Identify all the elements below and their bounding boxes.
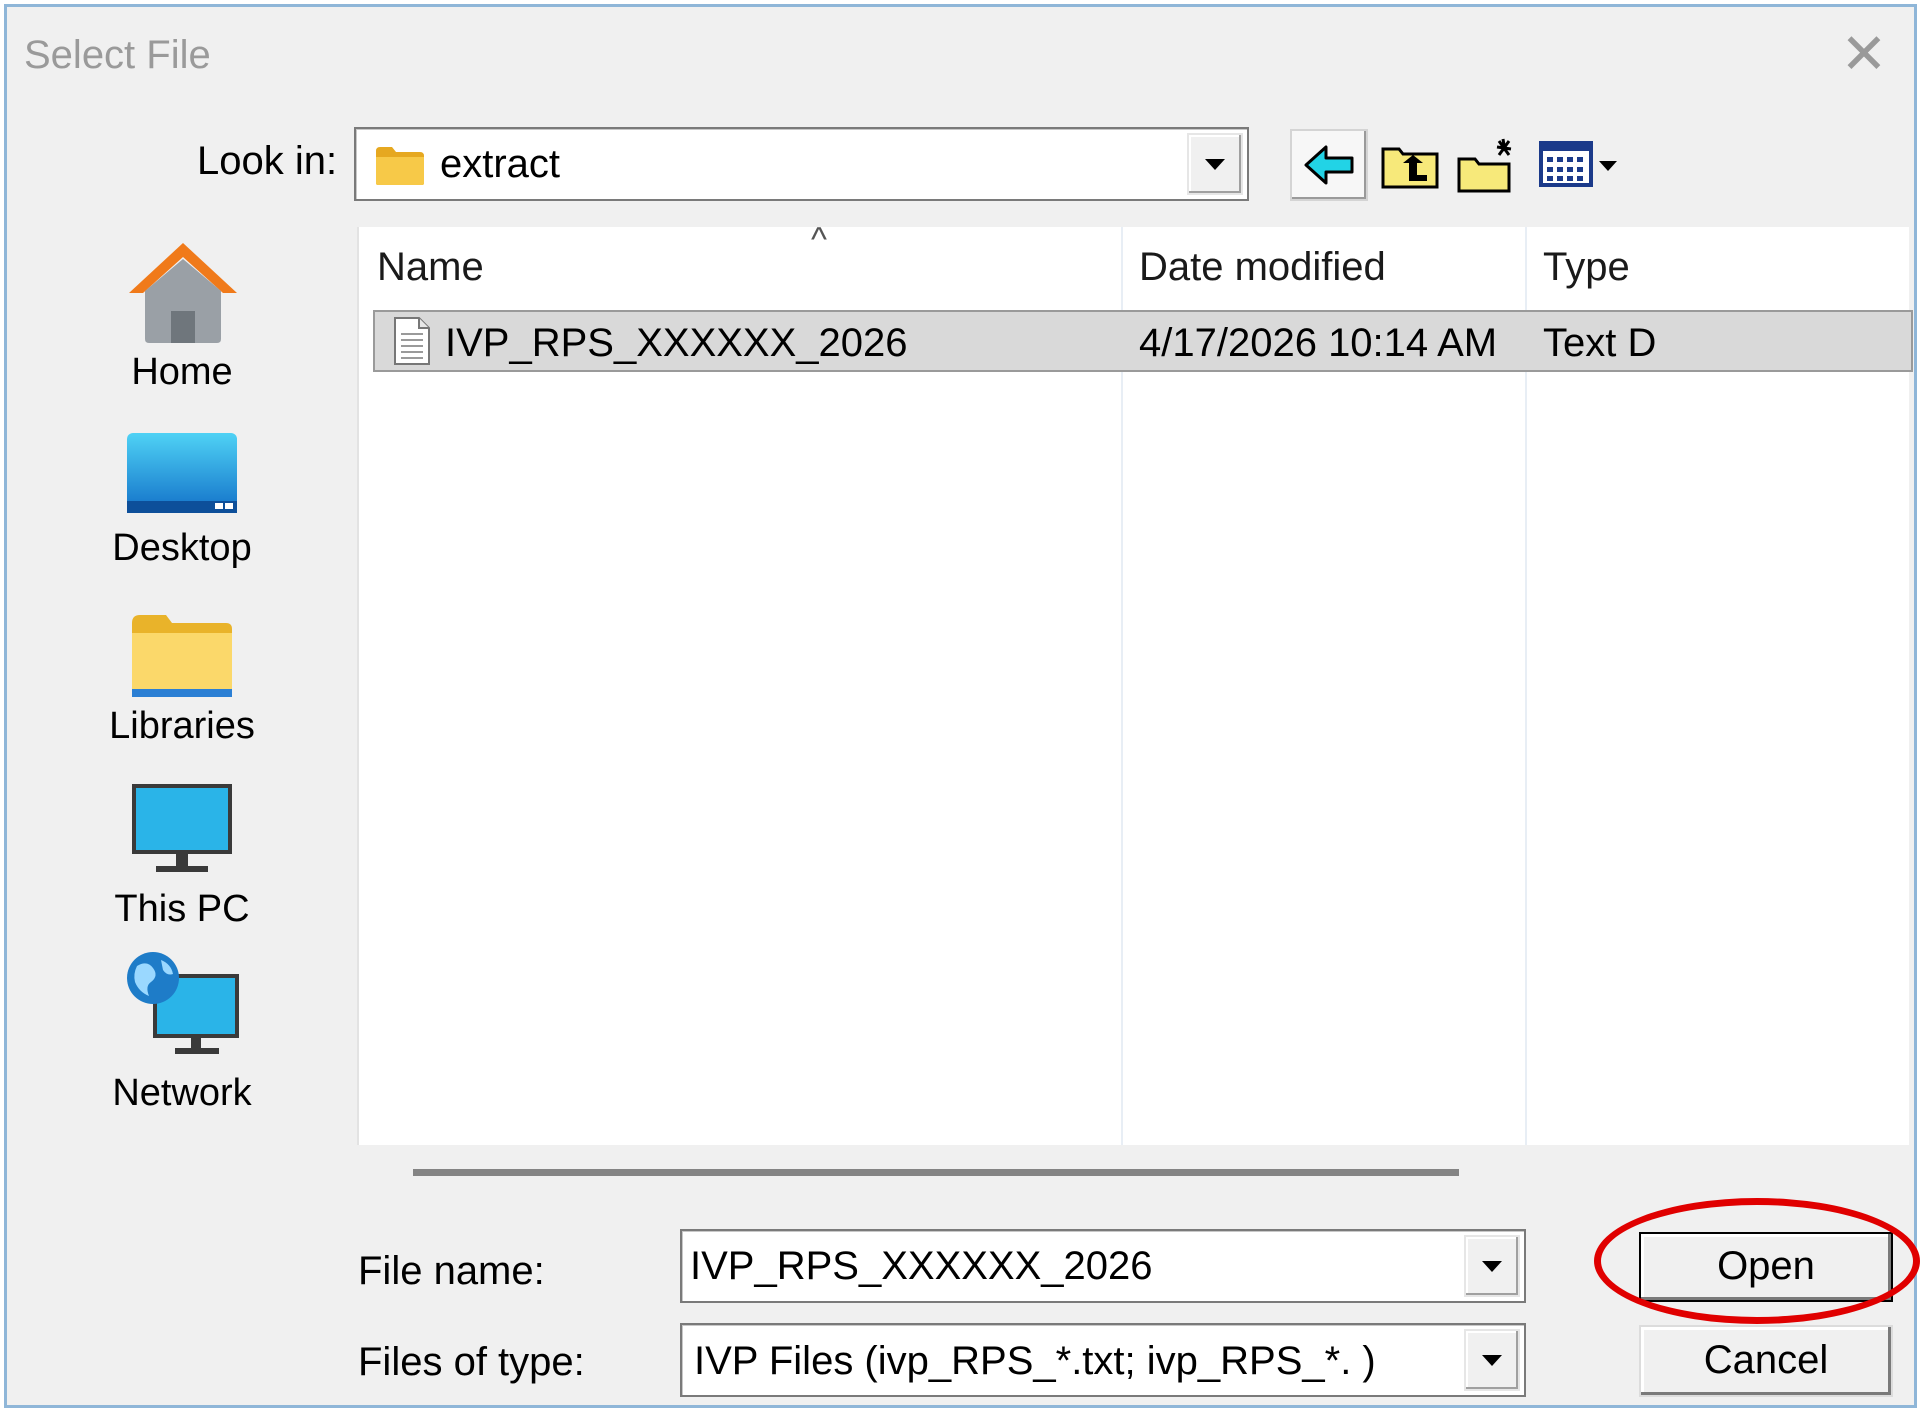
home-icon <box>129 243 237 343</box>
view-menu-icon <box>1539 141 1617 187</box>
files-of-type-label: Files of type: <box>358 1340 585 1384</box>
place-desktop[interactable]: Desktop <box>87 427 277 587</box>
libraries-icon <box>132 615 232 697</box>
folder-icon <box>376 147 424 185</box>
file-type: Text D <box>1543 321 1657 365</box>
files-of-type-combobox[interactable]: IVP Files (ivp_RPS_*.txt; ivp_RPS_*. ) <box>680 1323 1526 1397</box>
file-name-dropdown-button[interactable] <box>1464 1235 1520 1297</box>
open-button[interactable]: Open <box>1639 1232 1893 1302</box>
place-network-label: Network <box>112 1072 252 1114</box>
file-name: IVP_RPS_XXXXXX_2026 <box>445 321 908 365</box>
column-header-type[interactable]: Type <box>1543 245 1630 290</box>
file-list[interactable]: ^ Name Date modified Type IVP_RPS_XXXXXX… <box>357 221 1913 1145</box>
place-network[interactable]: Network <box>87 952 277 1132</box>
sort-ascending-icon: ^ <box>811 221 827 259</box>
place-home[interactable]: Home <box>87 227 277 407</box>
back-icon <box>1304 145 1354 185</box>
title-bar: Select File ✕ <box>7 7 1914 99</box>
select-file-dialog: Select File ✕ Look in: extract Home Desk… <box>4 4 1917 1408</box>
file-name-input[interactable]: IVP_RPS_XXXXXX_2026 <box>690 1244 1153 1289</box>
place-libraries[interactable]: Libraries <box>87 607 277 767</box>
file-name-combobox[interactable]: IVP_RPS_XXXXXX_2026 <box>680 1229 1526 1303</box>
window-title: Select File <box>24 33 211 77</box>
new-folder-button[interactable] <box>1453 129 1525 201</box>
look-in-label: Look in: <box>197 139 338 183</box>
place-home-label: Home <box>131 351 233 393</box>
network-icon <box>127 952 239 1054</box>
this-pc-icon <box>132 784 232 872</box>
files-of-type-value: IVP Files (ivp_RPS_*.txt; ivp_RPS_*. ) <box>694 1339 1376 1383</box>
look-in-combobox[interactable]: extract <box>354 127 1249 201</box>
desktop-icon <box>127 433 237 513</box>
new-folder-icon <box>1457 138 1512 193</box>
view-menu-button[interactable] <box>1533 129 1633 201</box>
horizontal-scrollbar[interactable] <box>413 1169 1459 1176</box>
files-of-type-dropdown-button[interactable] <box>1464 1329 1520 1391</box>
back-button[interactable] <box>1290 129 1368 201</box>
close-icon[interactable]: ✕ <box>1836 26 1892 85</box>
place-desktop-label: Desktop <box>112 527 252 569</box>
file-row[interactable]: IVP_RPS_XXXXXX_2026 4/17/2026 10:14 AM T… <box>373 310 1913 372</box>
up-folder-button[interactable] <box>1375 129 1447 201</box>
look-in-dropdown-button[interactable] <box>1187 133 1243 195</box>
place-libraries-label: Libraries <box>109 705 255 747</box>
look-in-value: extract <box>440 142 561 186</box>
up-folder-icon <box>1381 147 1439 189</box>
cancel-button[interactable]: Cancel <box>1639 1325 1893 1397</box>
place-this-pc[interactable]: This PC <box>87 782 277 952</box>
file-date-modified: 4/17/2026 10:14 AM <box>1139 321 1498 365</box>
column-header-date-modified[interactable]: Date modified <box>1139 245 1386 290</box>
place-this-pc-label: This PC <box>114 888 250 930</box>
text-file-icon <box>394 317 430 365</box>
column-header-name[interactable]: Name <box>377 245 484 290</box>
file-name-label: File name: <box>358 1249 545 1293</box>
